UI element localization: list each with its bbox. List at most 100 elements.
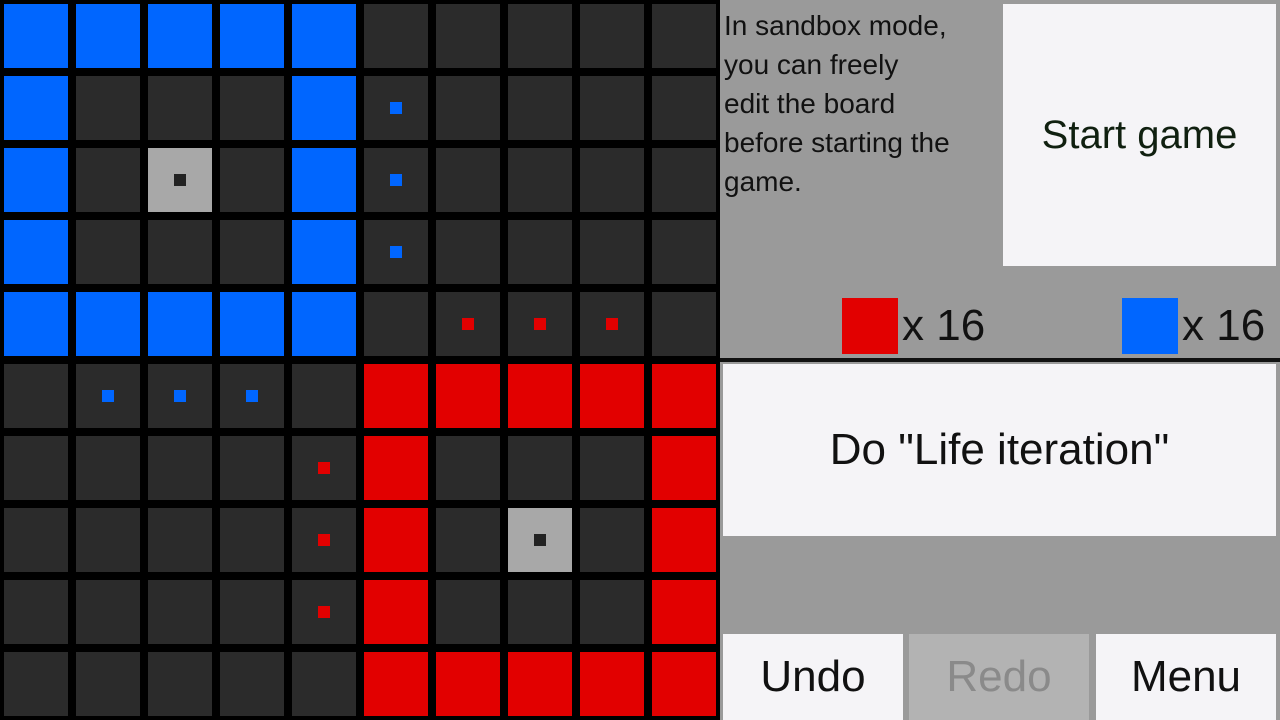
board-cell-red[interactable] — [436, 364, 500, 428]
redo-button[interactable]: Redo — [909, 634, 1089, 720]
board-cell-empty[interactable] — [4, 508, 68, 572]
board-cell-empty[interactable] — [364, 4, 428, 68]
board-cell-red-marker[interactable] — [580, 292, 644, 356]
undo-button[interactable]: Undo — [723, 634, 903, 720]
start-game-button[interactable]: Start game — [1003, 4, 1276, 266]
board-cell-red[interactable] — [364, 508, 428, 572]
board-cell-blue[interactable] — [292, 4, 356, 68]
board-cell-red[interactable] — [652, 580, 716, 644]
board-cell-empty[interactable] — [580, 436, 644, 500]
board-cell-empty[interactable] — [4, 364, 68, 428]
board-cell-empty[interactable] — [148, 76, 212, 140]
board-cell-empty[interactable] — [220, 580, 284, 644]
board-cell-blue[interactable] — [4, 148, 68, 212]
board-cell-empty[interactable] — [220, 652, 284, 716]
board-cell-empty[interactable] — [436, 436, 500, 500]
board-cell-red-marker[interactable] — [436, 292, 500, 356]
board-cell-blue[interactable] — [148, 292, 212, 356]
board-cell-empty[interactable] — [580, 508, 644, 572]
board-cell-empty[interactable] — [220, 436, 284, 500]
board-cell-empty[interactable] — [148, 436, 212, 500]
board-cell-blue[interactable] — [292, 292, 356, 356]
board-cell-red[interactable] — [580, 364, 644, 428]
board-cell-empty[interactable] — [436, 580, 500, 644]
board-cell-empty[interactable] — [76, 436, 140, 500]
board-cell-blue-marker[interactable] — [364, 76, 428, 140]
board-cell-blue[interactable] — [292, 148, 356, 212]
board-cell-empty[interactable] — [220, 148, 284, 212]
board-cell-empty[interactable] — [580, 76, 644, 140]
board-cell-empty[interactable] — [436, 148, 500, 212]
board-cell-empty[interactable] — [148, 580, 212, 644]
board-cell-empty[interactable] — [220, 220, 284, 284]
board-cell-empty[interactable] — [652, 76, 716, 140]
board-cell-selected[interactable] — [508, 508, 572, 572]
board-cell-red[interactable] — [364, 436, 428, 500]
board-cell-empty[interactable] — [148, 652, 212, 716]
board-cell-empty[interactable] — [508, 148, 572, 212]
board-cell-empty[interactable] — [292, 652, 356, 716]
board-cell-blue-marker[interactable] — [364, 220, 428, 284]
board-cell-empty[interactable] — [148, 508, 212, 572]
board-cell-empty[interactable] — [148, 220, 212, 284]
board-cell-blue[interactable] — [4, 4, 68, 68]
board-cell-empty[interactable] — [76, 148, 140, 212]
board-cell-empty[interactable] — [76, 508, 140, 572]
board-cell-empty[interactable] — [652, 292, 716, 356]
board-cell-red[interactable] — [364, 364, 428, 428]
board-cell-red[interactable] — [652, 652, 716, 716]
board-cell-red[interactable] — [652, 508, 716, 572]
board-cell-empty[interactable] — [508, 4, 572, 68]
board-cell-red[interactable] — [364, 652, 428, 716]
life-iteration-button[interactable]: Do "Life iteration" — [723, 364, 1276, 536]
menu-button[interactable]: Menu — [1096, 634, 1276, 720]
board-cell-blue-marker[interactable] — [364, 148, 428, 212]
board-cell-empty[interactable] — [220, 508, 284, 572]
board-cell-empty[interactable] — [76, 580, 140, 644]
board-cell-selected[interactable] — [148, 148, 212, 212]
board-cell-empty[interactable] — [220, 76, 284, 140]
board-cell-empty[interactable] — [4, 652, 68, 716]
board-cell-empty[interactable] — [76, 76, 140, 140]
board-cell-empty[interactable] — [508, 76, 572, 140]
board-cell-empty[interactable] — [4, 580, 68, 644]
board-cell-empty[interactable] — [652, 4, 716, 68]
board-cell-red[interactable] — [508, 652, 572, 716]
board-cell-empty[interactable] — [436, 220, 500, 284]
board-cell-red-marker[interactable] — [292, 436, 356, 500]
board-cell-red[interactable] — [652, 364, 716, 428]
board-cell-empty[interactable] — [508, 436, 572, 500]
board-cell-empty[interactable] — [76, 652, 140, 716]
board-cell-blue-marker[interactable] — [220, 364, 284, 428]
board-cell-empty[interactable] — [436, 76, 500, 140]
board-cell-empty[interactable] — [4, 436, 68, 500]
board-cell-blue[interactable] — [292, 76, 356, 140]
board-cell-blue[interactable] — [220, 292, 284, 356]
board-cell-empty[interactable] — [508, 580, 572, 644]
board-cell-empty[interactable] — [580, 580, 644, 644]
board-cell-empty[interactable] — [76, 220, 140, 284]
board-cell-blue-marker[interactable] — [148, 364, 212, 428]
board-cell-red-marker[interactable] — [292, 580, 356, 644]
board-cell-empty[interactable] — [508, 220, 572, 284]
board-cell-red[interactable] — [364, 580, 428, 644]
board-cell-blue[interactable] — [76, 4, 140, 68]
board-cell-red[interactable] — [436, 652, 500, 716]
board-cell-empty[interactable] — [580, 148, 644, 212]
board-cell-blue[interactable] — [148, 4, 212, 68]
board-cell-empty[interactable] — [436, 4, 500, 68]
board-cell-red-marker[interactable] — [508, 292, 572, 356]
board-cell-red-marker[interactable] — [292, 508, 356, 572]
board-cell-red[interactable] — [652, 436, 716, 500]
board-cell-empty[interactable] — [580, 220, 644, 284]
board-cell-red[interactable] — [508, 364, 572, 428]
board-cell-red[interactable] — [580, 652, 644, 716]
board-cell-empty[interactable] — [292, 364, 356, 428]
board-cell-empty[interactable] — [580, 4, 644, 68]
board-cell-empty[interactable] — [364, 292, 428, 356]
board-cell-empty[interactable] — [652, 220, 716, 284]
board-cell-blue[interactable] — [4, 220, 68, 284]
board-cell-empty[interactable] — [652, 148, 716, 212]
board-cell-blue[interactable] — [4, 292, 68, 356]
board-cell-blue[interactable] — [76, 292, 140, 356]
